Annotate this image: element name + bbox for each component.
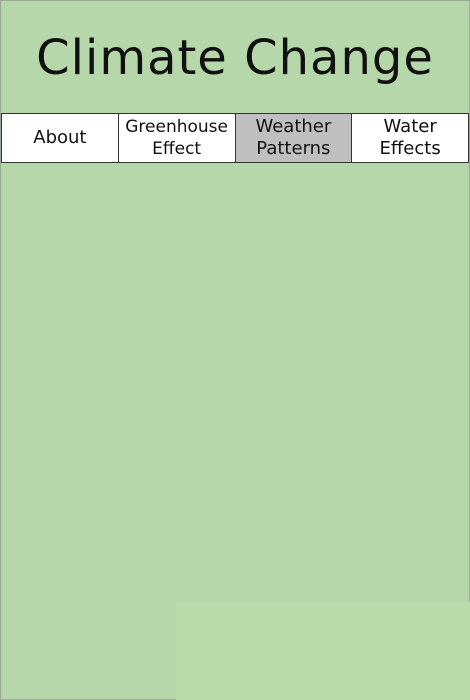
tab-about[interactable]: About [2,114,119,162]
page-title: Climate Change [36,30,434,86]
content-panel [176,602,470,700]
tab-water-effects[interactable]: Water Effects [352,114,468,162]
tab-greenhouse-effect[interactable]: Greenhouse Effect [119,114,236,162]
tab-bar: About Greenhouse Effect Weather Patterns… [1,113,469,163]
page-frame [0,0,470,700]
tab-weather-patterns[interactable]: Weather Patterns [235,114,353,162]
